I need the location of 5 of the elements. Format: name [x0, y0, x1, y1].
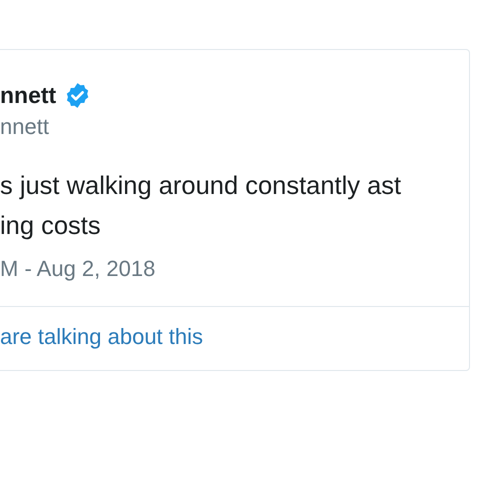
tweet-text: s just walking around constantly ast ing costs	[0, 171, 402, 242]
tweet-timestamp[interactable]: M - Aug 2, 2018	[0, 256, 469, 282]
talking-about-link[interactable]: are talking about this	[0, 324, 204, 349]
user-handle[interactable]: nnett	[0, 114, 469, 140]
display-name[interactable]: nnett	[0, 82, 56, 108]
